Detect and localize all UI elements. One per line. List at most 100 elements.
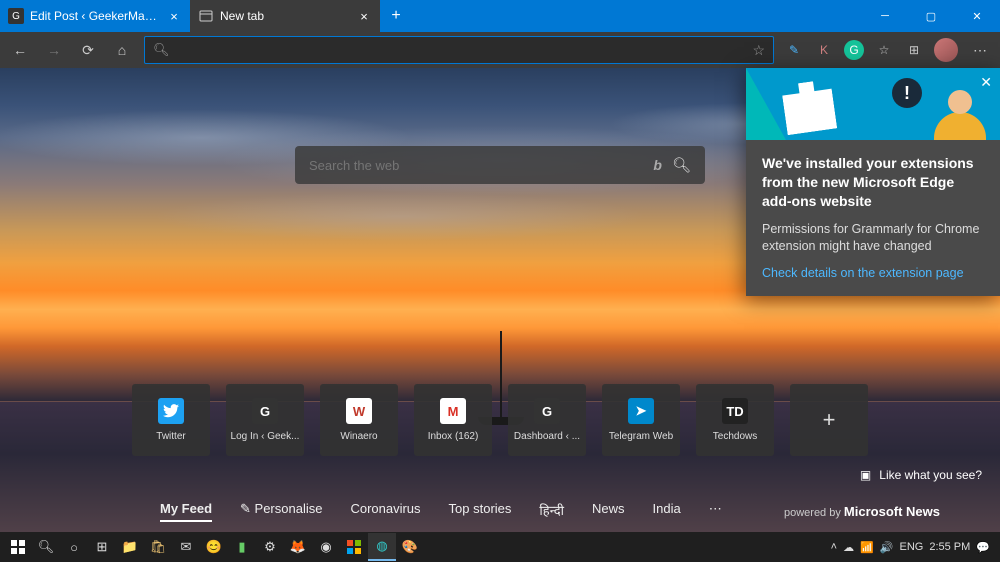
home-button[interactable]: ⌂ xyxy=(106,34,138,66)
ext-pen[interactable]: ✎ xyxy=(780,36,808,64)
web-search-box[interactable]: b 🔍︎ xyxy=(295,146,705,184)
tray-lang[interactable]: ENG xyxy=(899,541,923,553)
quick-link-tile[interactable]: MInbox (162) xyxy=(414,384,492,456)
taskbar: 🔍︎ ○ ⊞ 📁 🛍 ✉ 😊 ▮ ⚙ 🦊 ◉ ◍ 🎨 ˄ ☁ 📶 🔊 ENG 2… xyxy=(0,532,1000,562)
search-submit-icon[interactable]: 🔍︎ xyxy=(672,156,691,174)
exclaim-icon: ! xyxy=(892,78,922,108)
refresh-button[interactable]: ⟳ xyxy=(72,34,104,66)
tile-label: Log In ‹ Geek... xyxy=(231,431,300,442)
puzzle-icon xyxy=(781,79,837,135)
tile-icon: TD xyxy=(722,398,748,424)
search-icon[interactable]: 🔍︎ xyxy=(32,533,60,561)
ext-k[interactable]: K xyxy=(810,36,838,64)
quick-link-tile[interactable]: W Winaero xyxy=(320,384,398,456)
tray-volume-icon[interactable]: 🔊 xyxy=(880,541,894,554)
maximize-button[interactable]: ▢ xyxy=(908,0,954,32)
quick-link-tile[interactable]: ➤Telegram Web xyxy=(602,384,680,456)
tray-wifi-icon[interactable]: 📶 xyxy=(860,541,874,554)
notification-text: Permissions for Grammarly for Chrome ext… xyxy=(762,221,984,256)
forward-button[interactable]: → xyxy=(38,34,70,66)
app-paint[interactable]: 🎨 xyxy=(396,533,424,561)
app-store[interactable]: 🛍 xyxy=(144,533,172,561)
profile-avatar[interactable] xyxy=(934,38,958,62)
tab-label: New tab xyxy=(220,9,350,23)
app-settings[interactable]: ⚙ xyxy=(256,533,284,561)
tile-label: Winaero xyxy=(340,431,377,442)
tile-icon xyxy=(158,398,184,424)
address-bar[interactable]: 🔍︎ ☆ xyxy=(144,36,774,64)
feed-nav-item[interactable]: ⋯ xyxy=(709,501,722,522)
quick-links: Twitter G Log In ‹ Geek... W Winaero MInbox (… xyxy=(132,384,868,456)
tab-newtab[interactable]: New tab × xyxy=(190,0,380,32)
titlebar: G Edit Post ‹ GeekerMag — WordP × New ta… xyxy=(0,0,1000,32)
quick-link-tile[interactable]: Twitter xyxy=(132,384,210,456)
tray-notifications-icon[interactable]: 💬 xyxy=(976,541,990,554)
toolbar: ← → ⟳ ⌂ 🔍︎ ☆ ✎KG☆⊞ ⋯ xyxy=(0,32,1000,68)
add-tile-button[interactable]: + xyxy=(790,384,868,456)
back-button[interactable]: ← xyxy=(4,34,36,66)
feed-nav-item[interactable]: My Feed xyxy=(160,501,212,522)
address-input[interactable] xyxy=(176,43,753,58)
close-icon[interactable]: × xyxy=(356,8,372,24)
tile-label: Dashboard ‹ ... xyxy=(514,431,580,442)
window-controls: ─ ▢ ✕ xyxy=(862,0,1000,32)
app-chrome[interactable]: ◉ xyxy=(312,533,340,561)
minimize-button[interactable]: ─ xyxy=(862,0,908,32)
notification-hero: ! ✕ xyxy=(746,68,1000,140)
feed-nav-item[interactable]: News xyxy=(592,501,625,522)
tray-chevron-icon[interactable]: ˄ xyxy=(831,541,837,553)
quick-link-tile[interactable]: G Dashboard ‹ ... xyxy=(508,384,586,456)
app-emoji[interactable]: 😊 xyxy=(200,533,228,561)
close-window-button[interactable]: ✕ xyxy=(954,0,1000,32)
feed-nav-item[interactable]: हिन्दी xyxy=(539,501,564,522)
taskview-icon[interactable]: ⊞ xyxy=(88,533,116,561)
tab-geekermag[interactable]: G Edit Post ‹ GeekerMag — WordP × xyxy=(0,0,190,32)
app-explorer[interactable]: 📁 xyxy=(116,533,144,561)
cortana-icon[interactable]: ○ xyxy=(60,533,88,561)
tray-onedrive-icon[interactable]: ☁ xyxy=(843,541,854,554)
tile-icon: G xyxy=(534,398,560,424)
start-button[interactable] xyxy=(4,533,32,561)
search-icon: 🔍︎ xyxy=(153,42,170,58)
favorite-icon[interactable]: ☆ xyxy=(752,42,765,59)
powered-by: powered by Microsoft News xyxy=(784,504,940,519)
feed-nav-item[interactable]: Coronavirus xyxy=(350,501,420,522)
close-icon[interactable]: ✕ xyxy=(980,74,992,91)
system-tray: ˄ ☁ 📶 🔊 ENG 2:55 PM 💬 xyxy=(831,541,996,554)
favorites-icon[interactable]: ☆ xyxy=(870,36,898,64)
notification-link[interactable]: Check details on the extension page xyxy=(762,266,984,280)
tile-icon: G xyxy=(252,398,278,424)
camera-icon: ▣ xyxy=(860,468,871,482)
plus-icon: + xyxy=(823,407,836,433)
tab-label: Edit Post ‹ GeekerMag — WordP xyxy=(30,9,160,23)
like-label: Like what you see? xyxy=(879,468,982,482)
tile-label: Telegram Web xyxy=(609,431,673,442)
menu-button[interactable]: ⋯ xyxy=(964,34,996,66)
app-green[interactable]: ▮ xyxy=(228,533,256,561)
feed-nav-item[interactable]: Top stories xyxy=(449,501,512,522)
tray-clock[interactable]: 2:55 PM xyxy=(929,541,970,553)
feed-nav-item[interactable]: ✎ Personalise xyxy=(240,501,322,522)
collections-icon[interactable]: ⊞ xyxy=(900,36,928,64)
quick-link-tile[interactable]: G Log In ‹ Geek... xyxy=(226,384,304,456)
notification-title: We've installed your extensions from the… xyxy=(762,154,984,211)
favicon: G xyxy=(8,8,24,24)
bing-icon: b xyxy=(653,157,662,173)
web-search-input[interactable] xyxy=(309,158,653,173)
tile-label: Techdows xyxy=(713,431,757,442)
app-edge[interactable]: ◍ xyxy=(368,533,396,561)
tile-icon: M xyxy=(440,398,466,424)
app-firefox[interactable]: 🦊 xyxy=(284,533,312,561)
tile-icon: W xyxy=(346,398,372,424)
app-mail[interactable]: ✉ xyxy=(172,533,200,561)
ext-grammarly[interactable]: G xyxy=(844,40,864,60)
close-icon[interactable]: × xyxy=(166,8,182,24)
app-ms[interactable] xyxy=(340,533,368,561)
favicon xyxy=(198,8,214,24)
person-illustration xyxy=(930,90,992,140)
new-tab-button[interactable]: + xyxy=(380,0,412,32)
feed-nav: My Feed ✎ Personalise Coronavirus Top stori… xyxy=(0,501,1000,522)
quick-link-tile[interactable]: TD Techdows xyxy=(696,384,774,456)
feed-nav-item[interactable]: India xyxy=(653,501,681,522)
like-what-you-see[interactable]: ▣ Like what you see? xyxy=(860,468,982,482)
